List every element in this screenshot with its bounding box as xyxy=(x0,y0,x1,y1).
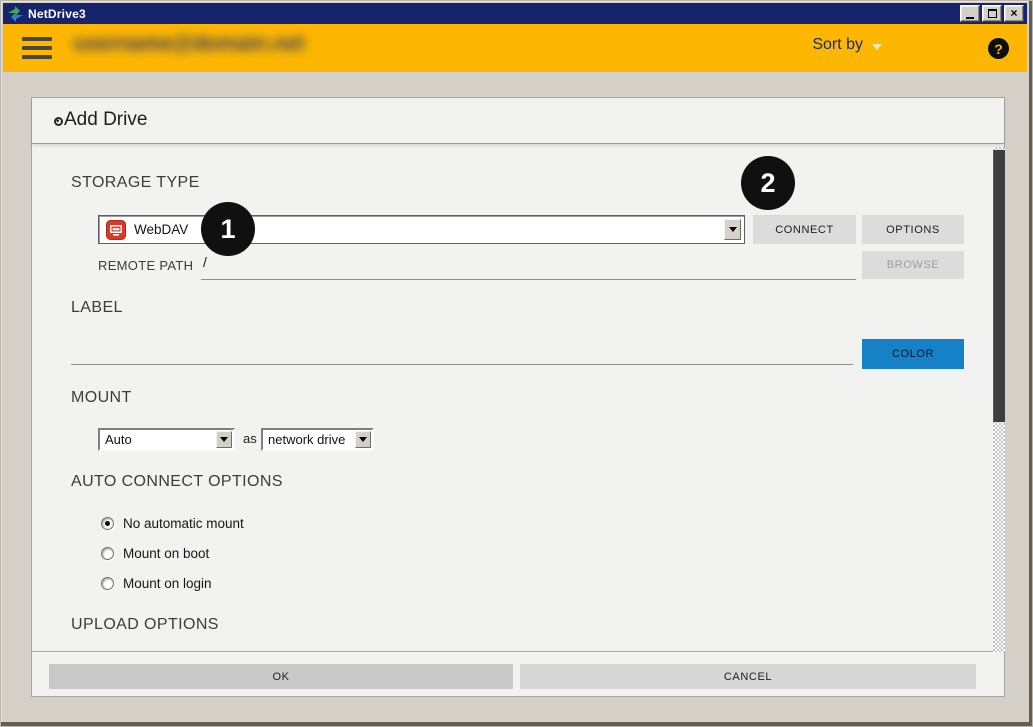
close-button[interactable]: × xyxy=(1004,5,1024,22)
sort-by-button[interactable]: Sort by xyxy=(812,36,882,54)
storage-type-value: WebDAV xyxy=(134,222,188,237)
scrollbar-track[interactable] xyxy=(993,147,1005,652)
title-bar: NetDrive3 × xyxy=(3,3,1027,24)
cursor-artifact-icon xyxy=(54,117,63,126)
account-email-blurred: username@domain.net xyxy=(73,32,305,56)
page-title: Add Drive xyxy=(64,109,147,131)
mount-target-select[interactable]: network drive xyxy=(261,428,374,451)
maximize-button[interactable] xyxy=(982,5,1002,22)
footer-divider xyxy=(32,651,1004,652)
ok-button[interactable]: OK xyxy=(49,664,513,689)
connect-button[interactable]: CONNECT xyxy=(753,215,856,244)
app-window: NetDrive3 × username@domain.net Sort by … xyxy=(0,0,1033,727)
options-button[interactable]: OPTIONS xyxy=(862,215,964,244)
mount-mode-dropdown-arrow[interactable] xyxy=(216,431,232,448)
help-icon: ? xyxy=(994,41,1003,57)
dropdown-arrow-icon xyxy=(359,437,367,442)
maximize-icon xyxy=(988,9,997,18)
help-button[interactable]: ? xyxy=(988,38,1009,59)
radio-label: Mount on boot xyxy=(123,546,209,561)
window-title: NetDrive3 xyxy=(28,7,86,21)
color-button[interactable]: COLOR xyxy=(862,339,964,369)
minimize-button[interactable] xyxy=(960,5,980,22)
add-drive-panel: Add Drive STORAGE TYPE WebDAV CONNECT OP… xyxy=(31,97,1005,697)
chevron-down-icon xyxy=(872,44,882,50)
mount-as-label: as xyxy=(243,431,257,446)
minimize-icon xyxy=(966,17,974,19)
radio-row-mount-on-boot: Mount on boot xyxy=(101,546,209,561)
mount-target-dropdown-arrow[interactable] xyxy=(355,431,371,448)
radio-mount-on-boot[interactable] xyxy=(101,547,114,560)
storage-type-dropdown-arrow[interactable] xyxy=(724,219,741,240)
auto-connect-heading: AUTO CONNECT OPTIONS xyxy=(71,473,283,491)
mount-mode-value: Auto xyxy=(105,432,132,447)
browse-button[interactable]: BROWSE xyxy=(862,251,964,279)
webdav-icon xyxy=(106,220,126,240)
dropdown-arrow-icon xyxy=(729,227,737,232)
panel-header: Add Drive xyxy=(32,98,1004,144)
callout-badge-2: 2 xyxy=(741,156,795,210)
app-logo-icon xyxy=(7,6,24,22)
radio-row-no-automatic-mount: No automatic mount xyxy=(101,516,244,531)
radio-row-mount-on-login: Mount on login xyxy=(101,576,212,591)
remote-path-label: REMOTE PATH xyxy=(98,258,193,273)
radio-label: Mount on login xyxy=(123,576,212,591)
remote-path-underline xyxy=(201,279,856,280)
storage-type-heading: STORAGE TYPE xyxy=(71,174,200,192)
mount-heading: MOUNT xyxy=(71,389,132,407)
remote-path-input[interactable]: / xyxy=(203,254,207,270)
close-icon: × xyxy=(1010,7,1017,19)
label-underline xyxy=(71,364,853,365)
radio-label: No automatic mount xyxy=(123,516,244,531)
radio-mount-on-login[interactable] xyxy=(101,577,114,590)
radio-no-automatic-mount[interactable] xyxy=(101,517,114,530)
storage-type-combobox[interactable]: WebDAV xyxy=(98,215,745,244)
window-controls: × xyxy=(960,5,1025,22)
scrollbar-thumb[interactable] xyxy=(993,150,1005,422)
mount-mode-select[interactable]: Auto xyxy=(98,428,235,451)
cancel-button[interactable]: CANCEL xyxy=(520,664,976,689)
upload-options-heading: UPLOAD OPTIONS xyxy=(71,616,219,634)
callout-badge-1: 1 xyxy=(201,202,255,256)
sort-by-label: Sort by xyxy=(812,36,863,54)
dropdown-arrow-icon xyxy=(220,437,228,442)
label-heading: LABEL xyxy=(71,299,123,317)
menu-icon[interactable] xyxy=(22,37,52,59)
label-input[interactable] xyxy=(71,342,853,364)
mount-target-value: network drive xyxy=(268,432,345,447)
app-header: username@domain.net Sort by ? xyxy=(3,24,1027,72)
